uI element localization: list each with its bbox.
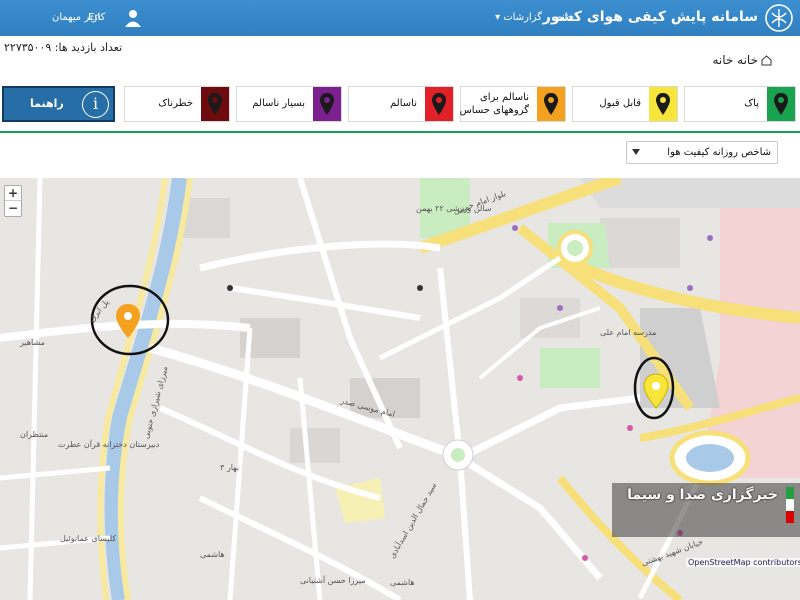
language-switch[interactable]: En <box>88 12 101 23</box>
user-icon <box>125 10 141 27</box>
legend-very-unhealthy: بسیار ناسالم <box>236 86 342 122</box>
map-label: میرزا حسن آشتیانی <box>300 576 366 585</box>
watermark-text: خبرگزاری صدا و سیما <box>627 487 778 503</box>
map-label: منتظران <box>20 430 49 439</box>
emblem-logo-icon <box>765 4 793 32</box>
info-icon: i <box>82 91 109 118</box>
guide-button[interactable]: i راهنما <box>2 86 115 122</box>
nav-reports-dropdown[interactable]: گزارشات ▾ <box>495 12 542 23</box>
map-label: سالن ورزشی ۲۲ بهمن <box>416 204 492 213</box>
map-label: دبیرستان دخترانه قرآن عطرت <box>58 440 160 449</box>
osm-attribution[interactable]: OpenStreetMap contributors <box>686 558 800 567</box>
legend-swatch <box>425 87 453 121</box>
app-title[interactable]: سامانه پایش کیفی هوای کشور <box>543 9 758 25</box>
zoom-out-button[interactable]: − <box>5 201 21 216</box>
map-pin-icon <box>208 93 222 115</box>
home-icon <box>761 55 772 66</box>
map-pin-icon <box>656 93 670 115</box>
top-navbar: سامانه پایش کیفی هوای کشور خانه گزارشات … <box>0 0 800 36</box>
legend-label: خطرناک <box>158 98 193 109</box>
news-agency-watermark: خبرگزاری صدا و سیما <box>612 483 800 537</box>
legend-acceptable: قابل قبول <box>572 86 678 122</box>
legend-hazardous: خطرناک <box>124 86 230 122</box>
air-quality-page: سامانه پایش کیفی هوای کشور خانه گزارشات … <box>0 0 800 600</box>
guide-button-label: راهنما <box>30 97 64 110</box>
legend-label: بسیار ناسالم <box>252 98 305 109</box>
legend-unhealthy: ناسالم <box>348 86 454 122</box>
legend-sensitive: ناسالم برای گروههای حساس <box>460 86 566 122</box>
map-label: مشاهیر <box>20 338 45 347</box>
legend-swatch <box>649 87 677 121</box>
legend-label: ناسالم <box>390 98 417 109</box>
map-view[interactable]: بلوار امام خمینی امام موسی صدر میرزای شی… <box>0 178 800 600</box>
map-label: مدرسه امام علی <box>600 328 657 337</box>
index-select-value: شاخص روزانه کیفیت هوا <box>667 147 771 158</box>
legend-swatch <box>313 87 341 121</box>
map-label: کلیسای عمانوئیل <box>60 534 117 543</box>
section-divider <box>0 131 800 133</box>
zoom-control: + − <box>4 185 22 217</box>
flag-icon <box>786 487 794 523</box>
map-label: هاشمی <box>390 578 415 587</box>
map-label: هاشمی <box>200 550 225 559</box>
map-label: بهار ۳ <box>220 463 240 472</box>
visit-counter: تعداد بازدید ها: ۲۲۷۳۵۰۰۹ <box>4 41 123 54</box>
breadcrumb[interactable]: خانه خانه <box>712 53 758 67</box>
legend-label: ناسالم برای گروههای حساس <box>459 92 529 116</box>
map-pin-icon <box>544 93 558 115</box>
legend-label: قابل قبول <box>599 98 641 109</box>
index-select[interactable]: شاخص روزانه کیفیت هوا <box>626 141 778 164</box>
legend-swatch <box>201 87 229 121</box>
map-pin-icon <box>774 93 788 115</box>
legend-swatch <box>537 87 565 121</box>
map-pin-icon <box>320 93 334 115</box>
legend-label: پاک <box>744 98 759 109</box>
map-pin-icon <box>432 93 446 115</box>
legend-clean: پاک <box>684 86 796 122</box>
nav-home-link[interactable]: خانه <box>557 12 574 23</box>
chevron-down-icon <box>632 149 640 155</box>
legend-swatch <box>767 87 795 121</box>
zoom-in-button[interactable]: + <box>5 186 21 201</box>
